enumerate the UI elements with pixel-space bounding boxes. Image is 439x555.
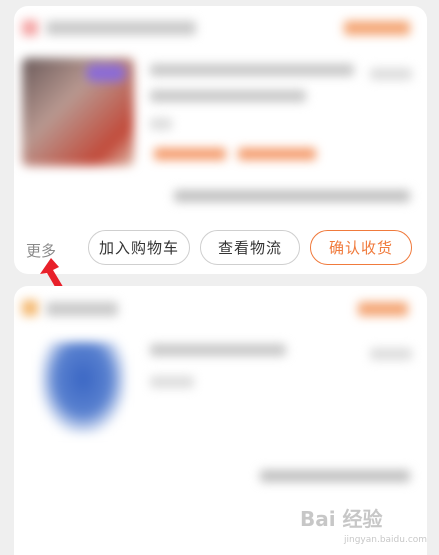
- watermark-logo: Bai 经验: [300, 507, 383, 531]
- baidu-jingyan-watermark: Bai 经验 jingyan.baidu.com: [300, 497, 430, 549]
- product-title-line-2[interactable]: [150, 90, 306, 102]
- shop-name[interactable]: [46, 21, 196, 35]
- product-price: [370, 348, 412, 360]
- product-promo-1: [154, 148, 226, 160]
- shop-icon: [22, 20, 38, 36]
- product-price: [370, 68, 412, 80]
- product-spec: [150, 118, 172, 130]
- add-to-cart-button[interactable]: 加入购物车: [88, 230, 190, 265]
- watermark-url: jingyan.baidu.com: [344, 535, 428, 545]
- view-logistics-button[interactable]: 查看物流: [200, 230, 300, 265]
- shop-name[interactable]: [46, 302, 118, 316]
- product-badge: [86, 64, 126, 82]
- order-status: [358, 302, 408, 316]
- order-total: [174, 190, 410, 202]
- order-status: [344, 21, 410, 35]
- product-title-line-1[interactable]: [150, 64, 354, 76]
- shop-icon: [22, 300, 38, 316]
- product-thumbnail[interactable]: [40, 342, 126, 434]
- product-spec: [150, 376, 194, 388]
- order-total: [260, 470, 410, 482]
- product-promo-2: [238, 148, 316, 160]
- order-card[interactable]: 更多 加入购物车 查看物流 确认收货: [14, 6, 427, 274]
- product-title-line-1[interactable]: [150, 344, 286, 356]
- confirm-receipt-button[interactable]: 确认收货: [310, 230, 412, 265]
